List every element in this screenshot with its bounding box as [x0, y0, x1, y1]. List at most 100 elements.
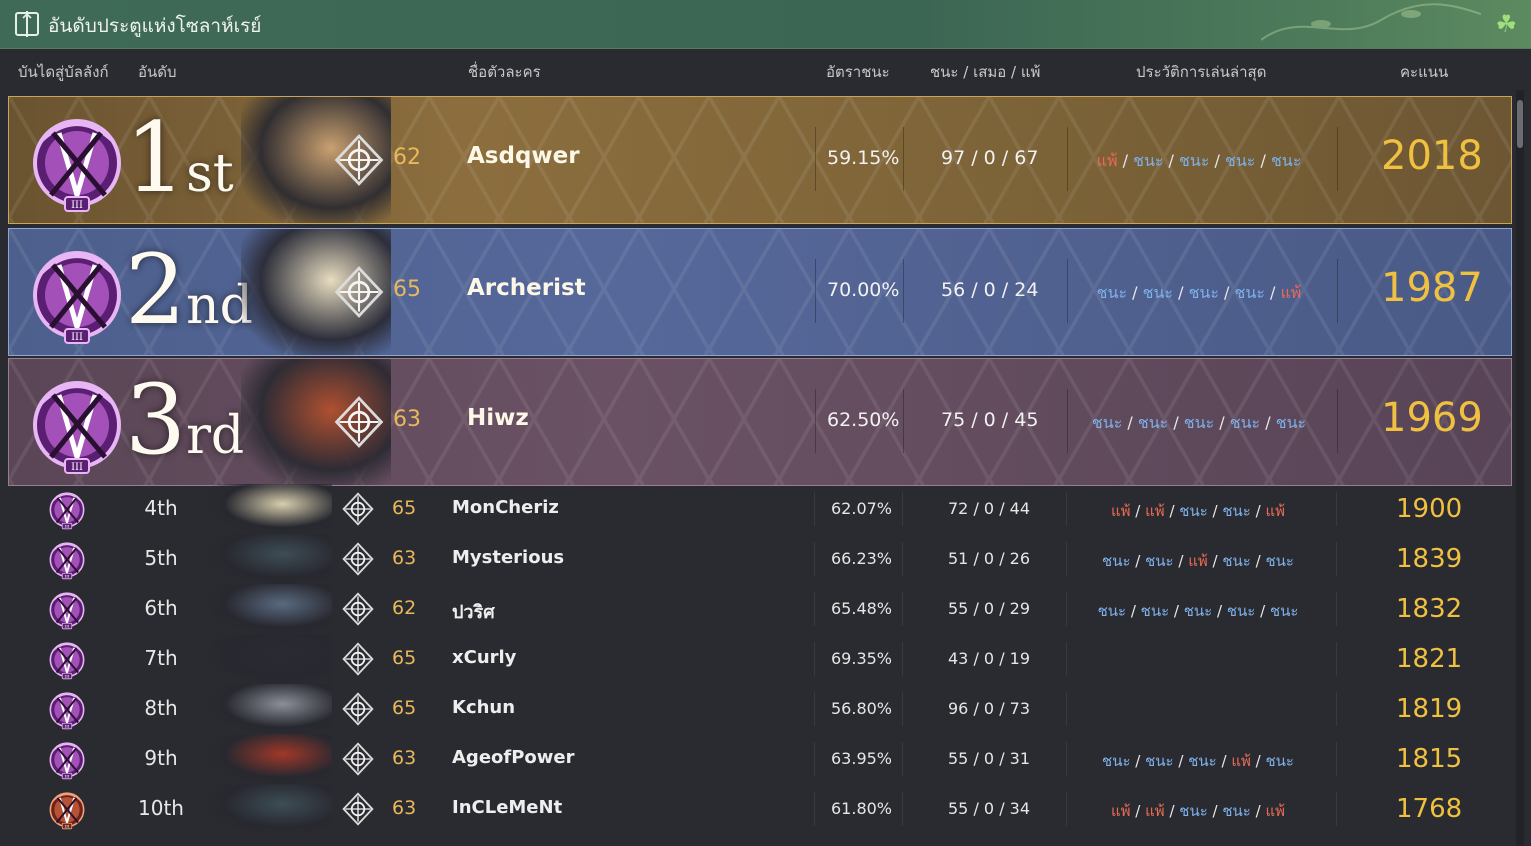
top-rank-row[interactable]: III 1st 62 Asdqwer 59.15% 97 / 0 / 67 แพ้ / ชน…: [8, 96, 1512, 224]
history-separator: /: [1164, 802, 1180, 820]
column-divider: [902, 592, 903, 626]
score: 1832: [1396, 594, 1463, 624]
svg-text:III: III: [71, 200, 83, 211]
character-name[interactable]: ปวริศ: [452, 597, 495, 626]
character-name[interactable]: Mysterious: [452, 547, 564, 568]
history-win: ชนะ: [1188, 283, 1219, 302]
history-loss: แพ้: [1145, 502, 1165, 520]
win-rate: 66.23%: [831, 549, 893, 568]
history-win: ชนะ: [1222, 552, 1251, 570]
history-separator: /: [1250, 502, 1266, 520]
class-emblem-icon: [342, 642, 374, 676]
recent-history: แพ้ / แพ้ / ชนะ / ชนะ / แพ้: [1068, 499, 1328, 523]
column-divider: [903, 127, 904, 191]
column-divider: [814, 792, 815, 826]
ranking-row[interactable]: III 10th 63 InCLeMeNt 61.80% 55 / 0 / 34 แพ้ /…: [8, 784, 1512, 834]
character-level: 63: [392, 547, 417, 569]
character-name[interactable]: AgeofPower: [452, 747, 575, 768]
window-title: อันดับประตูแห่งโซลาห์เรย์: [48, 15, 262, 37]
character-name[interactable]: Hiwz: [467, 405, 529, 431]
history-separator: /: [1168, 413, 1184, 432]
win-draw-loss: 97 / 0 / 67: [941, 147, 1039, 169]
tier-badge-icon: III: [49, 792, 85, 830]
character-level: 65: [392, 697, 417, 719]
score: 1821: [1396, 644, 1463, 674]
history-win: ชนะ: [1224, 151, 1256, 170]
rank-label: 3rd: [125, 365, 244, 485]
history-win: ชนะ: [1183, 413, 1215, 432]
character-level: 65: [392, 497, 417, 519]
character-name[interactable]: Asdqwer: [467, 143, 580, 169]
history-win: ชนะ: [1270, 151, 1302, 170]
column-divider: [902, 742, 903, 776]
character-name[interactable]: Archerist: [467, 275, 586, 301]
history-separator: /: [1255, 602, 1270, 620]
column-divider: [1066, 792, 1067, 826]
ranking-row[interactable]: III 5th 63 Mysterious 66.23% 51 / 0 / 26 ชนะ /…: [8, 534, 1512, 584]
column-divider: [1336, 792, 1337, 826]
history-separator: /: [1214, 413, 1230, 432]
scrollbar-track[interactable]: [1516, 90, 1524, 846]
character-portrait: [208, 734, 332, 784]
column-divider: [814, 692, 815, 726]
rank-label: 7th: [144, 646, 178, 670]
column-divider: [902, 542, 903, 576]
svg-text:III: III: [71, 332, 83, 343]
column-divider: [1066, 592, 1067, 626]
scrollbar-thumb[interactable]: [1517, 100, 1523, 148]
history-separator: /: [1173, 752, 1189, 770]
vine-decoration: [1261, 3, 1481, 41]
recent-history: ชนะ / ชนะ / ชนะ / ชนะ / แพ้: [1069, 281, 1329, 306]
history-win: ชนะ: [1133, 151, 1164, 170]
ranking-row[interactable]: III 8th 65 Kchun 56.80% 96 / 0 / 73 1819: [8, 684, 1512, 734]
column-divider: [815, 127, 816, 191]
col-header-score: คะแนน: [1400, 63, 1449, 81]
svg-text:III: III: [65, 524, 70, 529]
history-win: ชนะ: [1179, 151, 1210, 170]
score: 1819: [1396, 694, 1463, 724]
class-emblem-icon: [342, 792, 374, 826]
score: 1987: [1381, 265, 1483, 311]
character-portrait: [208, 784, 332, 834]
win-rate: 69.35%: [831, 649, 893, 668]
history-win: ชนะ: [1222, 502, 1251, 520]
character-name[interactable]: Kchun: [452, 697, 515, 718]
top-rank-row[interactable]: III 3rd 63 Hiwz 62.50% 75 / 0 / 45 ชนะ / ชนะ /…: [8, 358, 1512, 486]
character-name[interactable]: xCurly: [452, 647, 516, 668]
score: 1839: [1396, 544, 1463, 574]
rank-label: 10th: [138, 796, 184, 820]
win-draw-loss: 43 / 0 / 19: [948, 649, 1031, 668]
history-separator: /: [1216, 752, 1232, 770]
svg-text:III: III: [71, 462, 83, 473]
col-header-tier: บันไดสู่บัลลังก์: [18, 63, 109, 81]
history-separator: /: [1218, 283, 1235, 302]
class-emblem-star-icon: [334, 266, 384, 318]
recent-history: แพ้ / แพ้ / ชนะ / ชนะ / แพ้: [1068, 799, 1328, 823]
tier-badge-icon: III: [49, 692, 85, 730]
character-portrait: [208, 684, 332, 734]
history-win: ชนะ: [1265, 752, 1294, 770]
column-divider: [1337, 259, 1338, 323]
column-divider: [1336, 542, 1337, 576]
character-name[interactable]: MonCheriz: [452, 497, 559, 518]
clover-icon[interactable]: ☘: [1495, 12, 1517, 36]
ranking-row[interactable]: III 9th 63 AgeofPower 63.95% 55 / 0 / 31 ชนะ /…: [8, 734, 1512, 784]
class-emblem-icon: [342, 592, 374, 626]
rank-label: 4th: [144, 496, 178, 520]
history-loss: แพ้: [1265, 802, 1286, 820]
win-rate: 59.15%: [827, 147, 900, 169]
column-divider: [903, 389, 904, 453]
ranking-row[interactable]: III 6th 62 ปวริศ 65.48% 55 / 0 / 29 ชนะ / ชนะ …: [8, 584, 1512, 634]
history-win: ชนะ: [1091, 413, 1123, 432]
ranking-row[interactable]: III 7th 65 xCurly 69.35% 43 / 0 / 19 1821: [8, 634, 1512, 684]
win-draw-loss: 55 / 0 / 31: [948, 749, 1031, 768]
history-separator: /: [1173, 552, 1189, 570]
history-win: ชนะ: [1226, 602, 1256, 620]
recent-history: ชนะ / ชนะ / ชนะ / ชนะ / ชนะ: [1069, 411, 1329, 436]
history-win: ชนะ: [1179, 802, 1208, 820]
character-name[interactable]: InCLeMeNt: [452, 797, 562, 818]
column-divider: [902, 492, 903, 526]
ranking-row[interactable]: III 4th 65 MonCheriz 62.07% 72 / 0 / 44 แพ้ / …: [8, 484, 1512, 534]
top-rank-row[interactable]: III 2nd 65 Archerist 70.00% 56 / 0 / 24 ชนะ / …: [8, 228, 1512, 356]
history-loss: แพ้: [1231, 752, 1251, 770]
